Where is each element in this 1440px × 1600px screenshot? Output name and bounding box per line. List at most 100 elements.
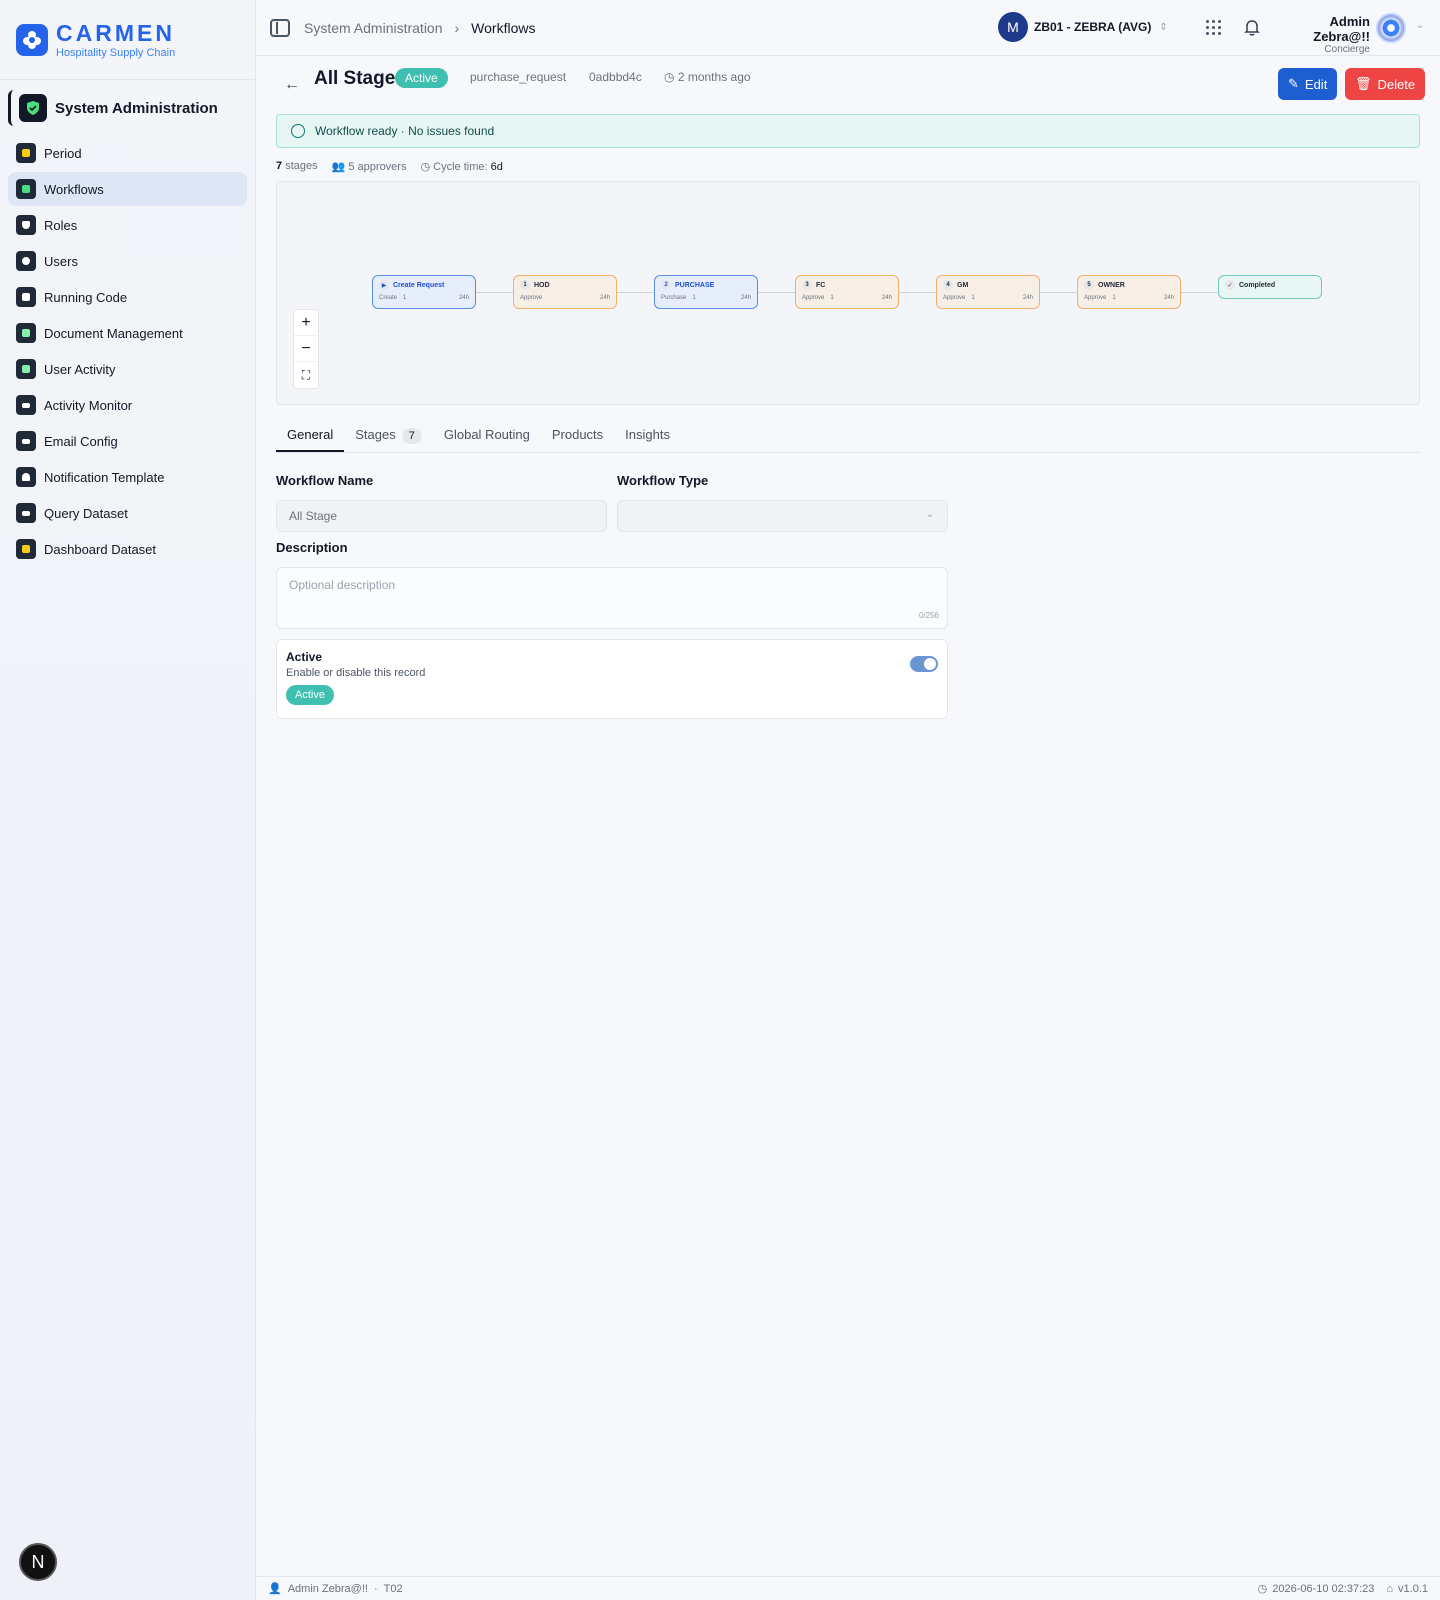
sidebar-item-label: Dashboard Dataset <box>44 541 157 557</box>
sidebar-section-title: System Administration <box>55 99 218 117</box>
sidebar-item-activity-monitor[interactable]: Activity Monitor <box>8 388 247 422</box>
user-menu[interactable]: Admin Zebra@!! Concierge <box>1274 14 1370 55</box>
fit-view-icon[interactable]: ⛶ <box>294 362 318 388</box>
footer-separator: · <box>373 1582 378 1595</box>
zoom-in-icon[interactable]: + <box>294 310 318 336</box>
clock-icon: ◷ <box>664 70 675 84</box>
node-action: Create <box>379 295 398 301</box>
tab-label: Products <box>551 427 604 442</box>
sidebar-item-label: Roles <box>44 217 78 233</box>
tab-global-routing[interactable]: Global Routing <box>433 419 541 452</box>
user-icon: 👤 <box>268 1583 282 1595</box>
cycle-stat: ◷ Cycle time: 6d <box>420 160 502 173</box>
sidebar-item-notification-template[interactable]: Notification Template <box>8 460 247 494</box>
sidebar-item-label: Period <box>44 145 82 161</box>
footer-datetime: 2026-06-10 02:37:23 <box>1272 1582 1375 1595</box>
workflow-node-purchase[interactable]: 2 PURCHASE Purchase 1 24h <box>654 275 758 309</box>
cycle-label: Cycle time: <box>433 161 488 173</box>
sidebar-item-label: Document Management <box>44 325 183 341</box>
workflow-node-owner[interactable]: 5 OWNER Approve 1 24h <box>1077 275 1181 309</box>
diagram-edge <box>899 292 936 293</box>
sidebar-item-email-config[interactable]: Email Config <box>8 424 247 458</box>
node-name: GM <box>957 281 969 289</box>
workflow-diagram[interactable]: + − ⛶ ▶ Create Request Create 1 24h 1 HOD Appro… <box>276 181 1420 405</box>
node-number: 5 <box>1084 280 1094 290</box>
workflow-name-field[interactable] <box>276 500 607 532</box>
node-action: Purchase <box>661 295 687 301</box>
workflow-type-value <box>617 500 948 532</box>
node-number: 3 <box>802 280 812 290</box>
workflow-type-key: purchase_request <box>470 70 567 84</box>
general-form: Workflow Name Workflow Type ⌄ Descriptio… <box>276 473 948 719</box>
document-icon <box>16 323 36 343</box>
next-dev-button[interactable]: N <box>19 1543 57 1581</box>
sidebar-item-running-code[interactable]: Running Code <box>8 280 247 314</box>
clock-icon: ◷ <box>1257 1583 1268 1595</box>
avatar[interactable] <box>1376 13 1406 43</box>
active-title: Active <box>286 650 323 664</box>
sidebar-item-workflows[interactable]: Workflows <box>8 172 247 206</box>
node-number: ▶ <box>379 280 389 290</box>
tenant-logo-icon: M <box>998 12 1028 42</box>
node-meta: Purchase 1 <box>661 295 696 301</box>
pencil-icon: ✎ <box>1288 76 1299 91</box>
node-approvers: 1 <box>403 295 407 301</box>
node-sla: 24h <box>599 295 610 301</box>
updated-time-text: 2 months ago <box>677 70 751 84</box>
tab-label: Global Routing <box>443 427 530 442</box>
active-switch[interactable] <box>910 656 938 672</box>
node-meta: Approve <box>520 295 542 301</box>
brand-subtitle: Hospitality Supply Chain <box>56 46 176 59</box>
tenant-switcher[interactable]: M ZB01 - ZEBRA (AVG) ⇕ <box>998 12 1168 42</box>
active-subtitle: Enable or disable this record <box>286 667 426 679</box>
workflow-node-gm[interactable]: 4 GM Approve 1 24h <box>936 275 1040 309</box>
apps-grid-icon[interactable] <box>1206 20 1222 36</box>
brand-name: CARMEN <box>56 19 175 46</box>
sidebar-item-label: User Activity <box>44 361 116 377</box>
tab-count-badge: 7 <box>401 428 422 444</box>
clock-icon: ◷ <box>420 161 431 173</box>
workflow-node-hod[interactable]: 1 HOD Approve 24h <box>513 275 617 309</box>
sidebar-item-label: Users <box>44 253 78 269</box>
chevron-right-icon: › <box>454 19 460 36</box>
tab-label: General <box>287 427 334 442</box>
active-badge: Active <box>286 685 334 705</box>
node-meta: Approve 1 <box>802 295 834 301</box>
description-field[interactable]: Optional description 0/256 <box>276 567 948 629</box>
document-code-icon <box>16 287 36 307</box>
edit-button[interactable]: ✎ Edit <box>1278 68 1338 100</box>
cycle-value: 6d <box>490 161 503 173</box>
workflow-node-completed[interactable]: ✓ Completed <box>1218 275 1322 299</box>
sidebar-item-user-activity[interactable]: User Activity <box>8 352 247 386</box>
sidebar-item-users[interactable]: Users <box>8 244 247 278</box>
sidebar-item-dashboard-dataset[interactable]: Dashboard Dataset <box>8 532 247 566</box>
node-approvers: 1 <box>971 295 975 301</box>
sidebar-item-query-dataset[interactable]: Query Dataset <box>8 496 247 530</box>
workflow-type-select[interactable]: ⌄ <box>617 500 948 532</box>
sidebar-toggle-icon[interactable] <box>270 18 290 37</box>
sidebar-section-system-administration[interactable]: System Administration <box>8 90 247 126</box>
workflow-node-fc[interactable]: 3 FC Approve 1 24h <box>795 275 899 309</box>
stages-count: 7 <box>276 160 283 172</box>
tab-general[interactable]: General <box>276 419 345 452</box>
workflow-node-create-request[interactable]: ▶ Create Request Create 1 24h <box>372 275 476 309</box>
tab-insights[interactable]: Insights <box>614 419 681 452</box>
sidebar-item-roles[interactable]: Roles <box>8 208 247 242</box>
node-meta: Approve 1 <box>943 295 975 301</box>
notification-bell-icon[interactable] <box>1244 18 1260 36</box>
breadcrumb-root[interactable]: System Administration <box>304 20 443 36</box>
zoom-out-icon[interactable]: − <box>294 336 318 362</box>
sidebar-item-document-management[interactable]: Document Management <box>8 316 247 350</box>
monitor-icon <box>16 395 36 415</box>
delete-button[interactable]: 🗑 Delete <box>1345 68 1426 100</box>
user-name: Admin Zebra@!! <box>1313 14 1370 44</box>
sidebar-item-period[interactable]: Period <box>8 136 247 170</box>
node-number: 2 <box>661 280 671 290</box>
chevron-down-icon[interactable]: ⌄ <box>1416 20 1424 31</box>
tab-stages[interactable]: Stages 7 <box>344 419 433 452</box>
breadcrumb-current: Workflows <box>471 19 536 36</box>
tab-products[interactable]: Products <box>541 419 614 452</box>
brand[interactable]: CARMEN Hospitality Supply Chain <box>0 0 255 80</box>
back-arrow-icon[interactable]: ← <box>284 76 300 94</box>
tab-bar: General Stages 7 Global Routing Products … <box>276 419 1420 453</box>
